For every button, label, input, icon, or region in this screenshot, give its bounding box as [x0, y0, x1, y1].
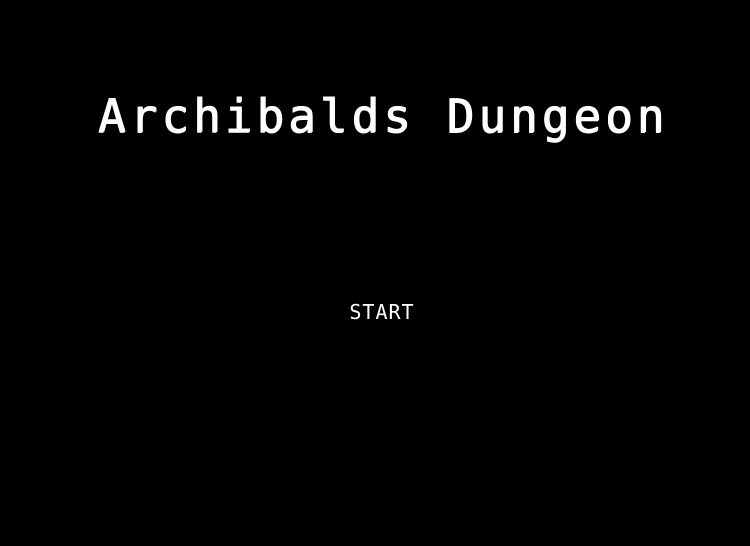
title-screen: Archibalds Dungeon START: [0, 0, 750, 546]
game-title: Archibalds Dungeon: [97, 89, 669, 143]
start-button[interactable]: START: [330, 298, 434, 326]
